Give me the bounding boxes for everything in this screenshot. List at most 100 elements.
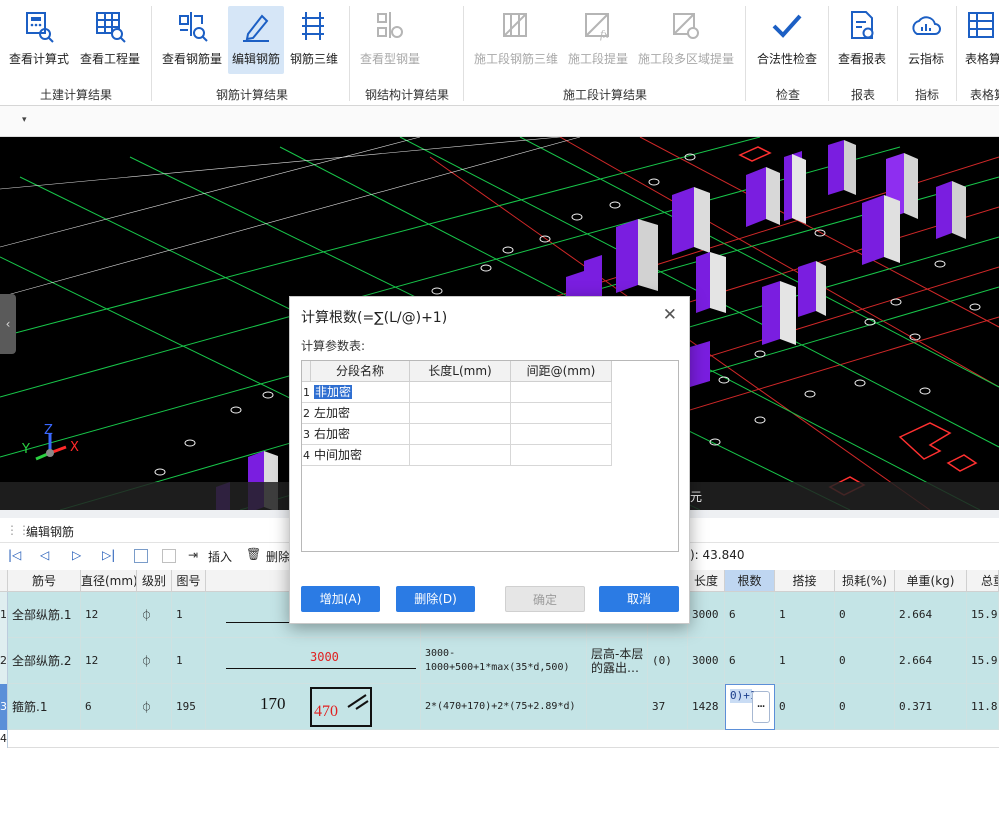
cell-total-weight[interactable]: 11.87 [967, 684, 999, 730]
add-row-button[interactable]: 增加(A) [301, 586, 380, 612]
cell-description[interactable] [587, 684, 648, 730]
cell-formula[interactable]: 2*(470+170)+2*(75+2.89*d) [421, 684, 587, 730]
column-header[interactable]: 筋号 [8, 570, 81, 592]
cell-figure-no[interactable]: 195 [172, 684, 206, 730]
quantity-table-icon [96, 12, 126, 43]
cell-count-editor[interactable]: 0)+1 ⋯ [725, 684, 775, 730]
cell-diameter[interactable]: 12 [81, 638, 137, 684]
count-edit-value[interactable]: 0)+1 [730, 689, 757, 703]
move-down-icon[interactable] [162, 549, 176, 563]
ok-button[interactable]: 确定 [505, 586, 585, 612]
param-cell-length[interactable] [410, 424, 511, 445]
table-calc-button[interactable]: 表格算量 [962, 6, 999, 74]
param-cell-length[interactable] [410, 403, 511, 424]
cell-figure-no[interactable]: 1 [172, 638, 206, 684]
last-record-icon[interactable]: ▷| [102, 548, 115, 562]
cell-bar-name[interactable]: 全部纵筋.2 [8, 638, 81, 684]
column-header[interactable]: 直径(mm) [81, 570, 137, 592]
cloud-index-button[interactable]: 云指标 [902, 6, 950, 74]
cell-loss[interactable]: 0 [835, 684, 895, 730]
next-record-icon[interactable]: ▷ [72, 548, 81, 562]
param-cell-spacing[interactable] [511, 424, 612, 445]
column-header[interactable]: 图号 [172, 570, 206, 592]
param-cell-spacing[interactable] [511, 382, 612, 403]
ellipsis-button[interactable]: ⋯ [752, 691, 770, 723]
trash-icon[interactable]: 🗑 [246, 547, 261, 561]
empty-row[interactable] [8, 730, 999, 748]
edit-rebar-button[interactable]: 编辑钢筋 [228, 6, 284, 74]
view-section-steel-button[interactable]: 查看型钢量 [356, 6, 424, 74]
cell-count[interactable]: 6 [725, 638, 775, 684]
cell-unit-weight[interactable]: 0.371 [895, 684, 967, 730]
param-cell-name[interactable]: 右加密 [311, 424, 410, 445]
cell-description[interactable]: 层高-本层的露出… [587, 638, 648, 684]
delete-button[interactable]: 删除 [266, 548, 290, 565]
param-cell-name[interactable]: 中间加密 [311, 445, 410, 466]
param-cell-length[interactable] [410, 445, 511, 466]
param-cell-spacing[interactable] [511, 403, 612, 424]
validity-check-button[interactable]: 合法性检查 [754, 6, 820, 74]
cell-length[interactable]: 1428 [688, 684, 725, 730]
view-rebar-quantity-button[interactable]: 查看钢筋量 [160, 6, 224, 74]
cell-grade[interactable]: ⏀ [137, 592, 172, 638]
cell-calc[interactable]: 37 [648, 684, 688, 730]
param-name-value[interactable]: 非加密 [314, 385, 353, 399]
cell-figure-no[interactable]: 1 [172, 592, 206, 638]
cell-diameter[interactable]: 6 [81, 684, 137, 730]
view-formula-button[interactable]: 查看计算式 [6, 6, 72, 74]
first-record-icon[interactable]: |◁ [8, 548, 21, 562]
column-header[interactable]: 单重(kg) [895, 570, 967, 592]
prev-record-icon[interactable]: ◁ [40, 548, 49, 562]
cell-lap[interactable]: 1 [775, 638, 835, 684]
cell-grade[interactable]: ⏀ [137, 684, 172, 730]
close-icon[interactable]: ✕ [663, 305, 677, 325]
cell-bar-shape[interactable]: 3000 [206, 638, 421, 684]
move-up-icon[interactable] [134, 549, 148, 563]
side-collapse-tab[interactable]: ‹ [0, 294, 16, 354]
param-cell-name[interactable]: 非加密 [311, 382, 410, 403]
cell-bar-shape[interactable]: 170 470 [206, 684, 421, 730]
cell-unit-weight[interactable]: 2.664 [895, 638, 967, 684]
stage-multi-area-button[interactable]: 施工段多区域提量 [636, 6, 736, 74]
param-cell-spacing[interactable] [511, 445, 612, 466]
cell-bar-name[interactable]: 箍筋.1 [8, 684, 81, 730]
rebar-3d-button[interactable]: 钢筋三维 [288, 6, 340, 74]
delete-row-button[interactable]: 删除(D) [396, 586, 475, 612]
chevron-down-icon[interactable]: ▾ [22, 115, 27, 125]
bar-shape-line [226, 622, 296, 623]
cell-count[interactable]: 6 [725, 592, 775, 638]
cell-grade[interactable]: ⏀ [137, 638, 172, 684]
cell-total-weight[interactable]: 15.98 [967, 592, 999, 638]
column-header[interactable]: 级别 [137, 570, 172, 592]
ribbon-label: 查看型钢量 [359, 52, 420, 66]
stage-rebar-3d-button[interactable]: 施工段钢筋三维 [472, 6, 560, 74]
cell-total-weight[interactable]: 15.98 [967, 638, 999, 684]
cell-bar-name[interactable]: 全部纵筋.1 [8, 592, 81, 638]
cell-lap[interactable]: 1 [775, 592, 835, 638]
column-header[interactable]: 长度 [688, 570, 725, 592]
cell-lap[interactable]: 0 [775, 684, 835, 730]
cancel-button[interactable]: 取消 [599, 586, 679, 612]
view-quantity-button[interactable]: 查看工程量 [78, 6, 142, 74]
column-header-selected[interactable]: 根数 [725, 570, 775, 592]
column-header[interactable]: 损耗(%) [835, 570, 895, 592]
cell-calc[interactable]: (0) [648, 638, 688, 684]
view-report-button[interactable]: 查看报表 [834, 6, 890, 74]
axis-y-label: Y [21, 442, 30, 457]
row-number: 2 [0, 638, 8, 684]
cell-unit-weight[interactable]: 2.664 [895, 592, 967, 638]
stage-quantity-button[interactable]: fx 施工段提量 [565, 6, 631, 74]
cell-diameter[interactable]: 12 [81, 592, 137, 638]
cell-loss[interactable]: 0 [835, 592, 895, 638]
param-cell-name[interactable]: 左加密 [311, 403, 410, 424]
ribbon-label: 查看报表 [837, 52, 886, 66]
cell-formula[interactable]: 3000-1000+500+1*max(35*d,500) [421, 638, 587, 684]
cell-length[interactable]: 3000 [688, 592, 725, 638]
insert-icon[interactable]: ⇥ [188, 548, 198, 562]
insert-button[interactable]: 插入 [208, 548, 232, 565]
cell-loss[interactable]: 0 [835, 638, 895, 684]
column-header[interactable]: 搭接 [775, 570, 835, 592]
cell-length[interactable]: 3000 [688, 638, 725, 684]
param-cell-length[interactable] [410, 382, 511, 403]
column-header[interactable]: 总重 [967, 570, 999, 592]
